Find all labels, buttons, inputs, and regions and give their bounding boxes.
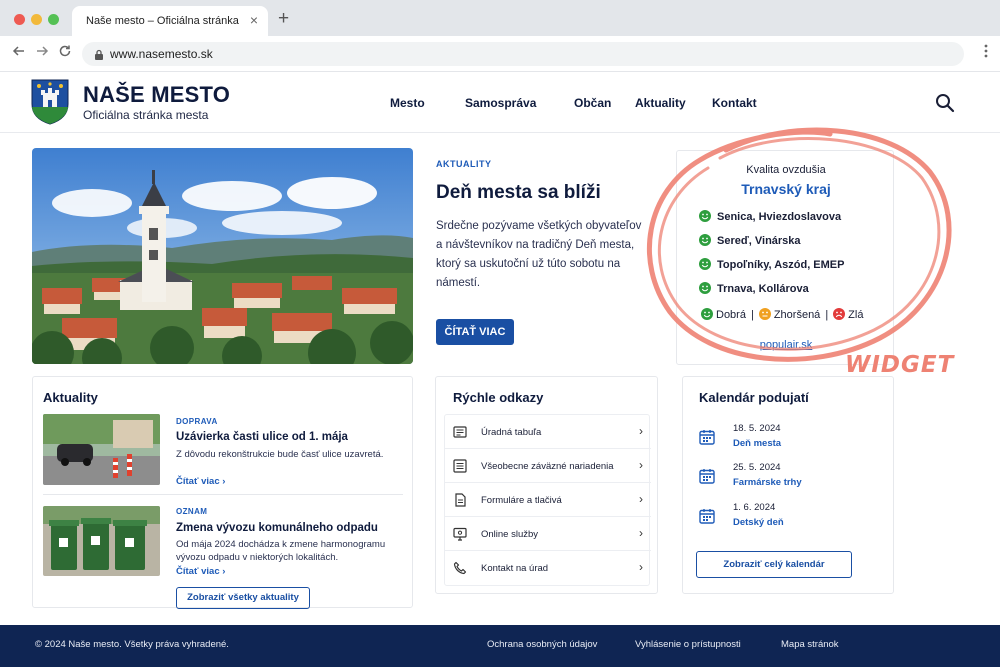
nav-item-aktuality[interactable]: Aktuality — [635, 96, 686, 110]
chevron-right-icon: › — [222, 476, 226, 487]
new-tab-icon[interactable]: + — [278, 8, 289, 30]
calendar-card: Kalendár podujatí 18. 5. 2024 Deň mesta … — [682, 376, 894, 594]
news-tag: OZNAM — [176, 507, 208, 516]
quick-link-urad-tabula[interactable]: Úradná tabuľa › — [445, 415, 651, 449]
show-all-news-button[interactable]: Zobraziť všetky aktuality — [176, 587, 310, 609]
quick-link-online-sluzby[interactable]: Online služby › — [445, 517, 651, 551]
footer-link-sitemap[interactable]: Mapa stránok — [781, 639, 839, 650]
hero-image-town-church — [32, 148, 413, 364]
window-minimize-dot[interactable] — [31, 14, 42, 25]
quick-links-title: Rýchle odkazy — [453, 390, 544, 405]
chevron-right-icon: › — [639, 560, 643, 574]
news-card: Aktuality DOPRAVA Uzávierka časti ulice … — [32, 376, 413, 609]
nav-item-mesto[interactable]: Mesto — [390, 96, 425, 110]
show-full-calendar-button[interactable]: Zobraziť celý kalendár — [696, 551, 852, 578]
site-name[interactable]: NAŠE MESTO — [83, 82, 230, 108]
event-name[interactable]: Detský deň — [733, 517, 784, 528]
tab-title: Naše mesto – Oficiálna stránka — [86, 15, 239, 27]
news-read-more-label: Čítať viac — [176, 476, 220, 487]
footer-link-privacy[interactable]: Ochrana osobných údajov — [487, 639, 597, 650]
back-arrow-icon[interactable] — [12, 44, 26, 62]
hero-category-tag: AKTUALITY — [436, 159, 492, 169]
news-title[interactable]: Zmena vývozu komunálneho odpadu — [176, 522, 378, 534]
quick-links-list: Úradná tabuľa › Všeobecne záväzné nariad… — [444, 414, 651, 586]
calendar-icon — [699, 508, 715, 529]
news-tag: DOPRAVA — [176, 417, 218, 426]
quick-link-label: Úradná tabuľa — [481, 427, 542, 438]
news-thumb-waste-bins[interactable] — [43, 506, 160, 576]
site-subtitle: Oficiálna stránka mesta — [83, 108, 209, 122]
event-date: 18. 5. 2024 — [733, 423, 781, 434]
calendar-icon — [699, 429, 715, 450]
news-read-more-label: Čítať viac — [176, 566, 220, 577]
quick-link-kontakt[interactable]: Kontakt na úrad › — [445, 551, 651, 585]
chevron-right-icon: › — [222, 566, 226, 577]
footer-copyright: © 2024 Naše mesto. Všetky práva vyhraden… — [35, 639, 229, 650]
hero-text: Srdečne pozývame všetkých obyvateľov a n… — [436, 220, 642, 289]
notice-board-icon — [453, 425, 467, 444]
news-text: Od mája 2024 dochádza k zmene harmonogra… — [176, 539, 386, 563]
annotation-widget-label: WIDGET — [845, 352, 955, 378]
tab-close-icon[interactable]: × — [250, 12, 258, 28]
nav-item-samosprava[interactable]: Samospráva — [465, 96, 536, 110]
news-text: Z dôvodu rekonštrukcie bude časť ulice u… — [176, 449, 384, 460]
quick-links-card: Rýchle odkazy Úradná tabuľa › Všeobecne … — [435, 376, 658, 594]
url-text: www.nasemesto.sk — [110, 47, 213, 61]
hero-title: Deň mesta sa blíži — [436, 182, 601, 203]
monitor-icon — [453, 527, 467, 546]
news-divider — [43, 494, 403, 495]
site-footer: © 2024 Naše mesto. Všetky práva vyhraden… — [0, 625, 1000, 667]
forward-arrow-icon[interactable] — [35, 44, 49, 62]
event-name[interactable]: Deň mesta — [733, 438, 781, 449]
phone-icon — [453, 561, 467, 580]
browser-tab-bar: Naše mesto – Oficiálna stránka × + — [0, 0, 1000, 36]
city-coat-of-arms-logo[interactable] — [31, 79, 69, 130]
address-bar-row: www.nasemesto.sk — [0, 36, 1000, 72]
news-thumb-roadwork[interactable] — [43, 414, 160, 485]
news-title[interactable]: Uzávierka časti ulice od 1. mája — [176, 431, 348, 443]
window-maximize-dot[interactable] — [48, 14, 59, 25]
lock-icon — [94, 48, 104, 66]
chevron-right-icon: › — [639, 526, 643, 540]
calendar-title: Kalendár podujatí — [699, 390, 809, 405]
url-input[interactable]: www.nasemesto.sk — [82, 42, 964, 66]
window-close-dot[interactable] — [14, 14, 25, 25]
quick-link-label: Online služby — [481, 529, 539, 540]
nav-item-obcan[interactable]: Občan — [574, 96, 611, 110]
chevron-right-icon: › — [639, 424, 643, 438]
event-date: 1. 6. 2024 — [733, 502, 776, 513]
quick-link-label: Formuláre a tlačivá — [481, 495, 562, 506]
chevron-right-icon: › — [639, 492, 643, 506]
reload-icon[interactable] — [58, 44, 72, 62]
chevron-right-icon: › — [639, 458, 643, 472]
quick-link-label: Kontakt na úrad — [481, 563, 549, 574]
calendar-icon — [699, 468, 715, 489]
browser-menu-icon[interactable] — [984, 44, 988, 62]
news-read-more-link[interactable]: Čítať viac › — [176, 476, 225, 487]
event-name[interactable]: Farmárske trhy — [733, 477, 802, 488]
quick-link-formulare[interactable]: Formuláre a tlačivá › — [445, 483, 651, 517]
regulations-icon — [453, 459, 467, 478]
news-card-title: Aktuality — [43, 390, 98, 405]
quick-link-label: Všeobecne záväzné nariadenia — [481, 461, 614, 472]
nav-item-kontakt[interactable]: Kontakt — [712, 96, 757, 110]
quick-link-vzn[interactable]: Všeobecne záväzné nariadenia › — [445, 449, 651, 483]
browser-tab[interactable]: Naše mesto – Oficiálna stránka × — [72, 6, 268, 36]
annotation-circle — [647, 127, 952, 362]
news-read-more-link[interactable]: Čítať viac › — [176, 566, 225, 577]
read-more-button[interactable]: ČÍTAŤ VIAC — [436, 319, 514, 345]
footer-link-accessibility[interactable]: Vyhlásenie o prístupnosti — [635, 639, 741, 650]
event-date: 25. 5. 2024 — [733, 462, 781, 473]
document-icon — [453, 493, 467, 512]
